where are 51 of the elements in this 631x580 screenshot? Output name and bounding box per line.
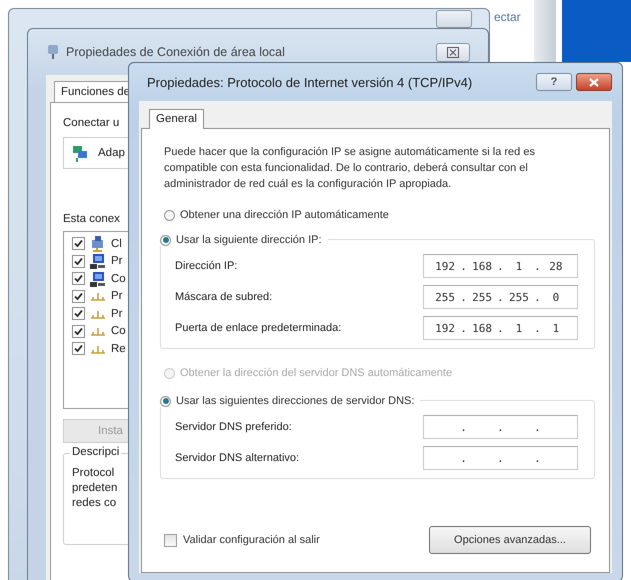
field-label: Máscara de subred: xyxy=(175,291,272,303)
ip-address-field[interactable]: 192 . 168 . 1 . 1 xyxy=(423,316,578,340)
close-icon xyxy=(447,46,459,58)
link-text[interactable]: ectar xyxy=(494,10,521,24)
list-item[interactable]: Pr xyxy=(111,308,122,320)
checkbox[interactable] xyxy=(72,307,85,320)
close-button[interactable] xyxy=(436,42,470,62)
field-label: Dirección IP: xyxy=(175,260,238,272)
checkbox[interactable] xyxy=(72,342,85,356)
tab[interactable]: General xyxy=(149,109,204,129)
ip-address-field[interactable]: 255 . 255 . 255 . 0 xyxy=(423,285,578,309)
group-label: Descripci xyxy=(70,446,122,458)
ip-address-field[interactable]: . . . xyxy=(423,415,578,439)
desktop-background xyxy=(562,0,631,62)
section-label: Conectar u xyxy=(63,117,120,129)
advanced-options-button[interactable]: Opciones avanzadas... xyxy=(429,526,591,554)
checkbox[interactable] xyxy=(72,324,85,338)
computer-icon xyxy=(90,253,106,270)
close-button[interactable] xyxy=(576,73,612,91)
list-item[interactable]: Co xyxy=(111,325,126,338)
window-title: Propiedades de Conexión de área local xyxy=(66,45,286,59)
ip-address-field[interactable]: . . . xyxy=(423,446,578,470)
scrollbar xyxy=(534,0,556,62)
ip-address-field[interactable]: 192 . 168 . 1 . 28 xyxy=(423,254,578,278)
network-client-icon xyxy=(90,236,106,252)
list-item[interactable]: Cl xyxy=(111,238,122,250)
field-label: Puerta de enlace predeterminada: xyxy=(175,322,342,334)
list-item[interactable]: Pr xyxy=(111,290,122,302)
radio-option[interactable]: Usar las siguientes direcciones de servidor DNS: xyxy=(160,395,420,407)
list-item[interactable]: Pr xyxy=(111,255,122,268)
checkbox[interactable] xyxy=(72,272,85,286)
checkbox[interactable] xyxy=(72,290,85,303)
help-button[interactable]: ? xyxy=(536,73,572,91)
window-title: Propiedades: Protocolo de Internet versión 4 (TCP/IPv4) xyxy=(146,74,474,90)
list-item[interactable]: Co xyxy=(111,272,126,285)
section-label: Esta conex xyxy=(63,213,120,225)
field-label: Servidor DNS preferido: xyxy=(175,421,292,433)
network-icon xyxy=(46,44,60,60)
description-text: Protocol predeten redes co xyxy=(72,466,118,511)
close-icon xyxy=(589,78,599,86)
checkbox[interactable]: Validar configuración al salir xyxy=(164,534,320,546)
checkbox[interactable] xyxy=(72,237,85,250)
computer-icon xyxy=(90,270,106,287)
field-label: Servidor DNS alternativo: xyxy=(175,452,300,464)
network-adapter-icon xyxy=(72,144,88,162)
list-item[interactable]: Re xyxy=(111,342,126,355)
radio-option[interactable]: Obtener una dirección IP automáticamente xyxy=(164,209,389,221)
intro-text: Puede hacer que la configuración IP se asigne automáticamente si la red es compatible con esta funcionalidad. De lo contrario, deberá consultar con el administrador de red cuál es la configuración IP apropiada. xyxy=(164,145,536,192)
adapter-name: Adap xyxy=(98,147,125,159)
checkbox[interactable] xyxy=(72,254,85,268)
radio-option[interactable]: Usar la siguiente dirección IP: xyxy=(160,234,328,246)
